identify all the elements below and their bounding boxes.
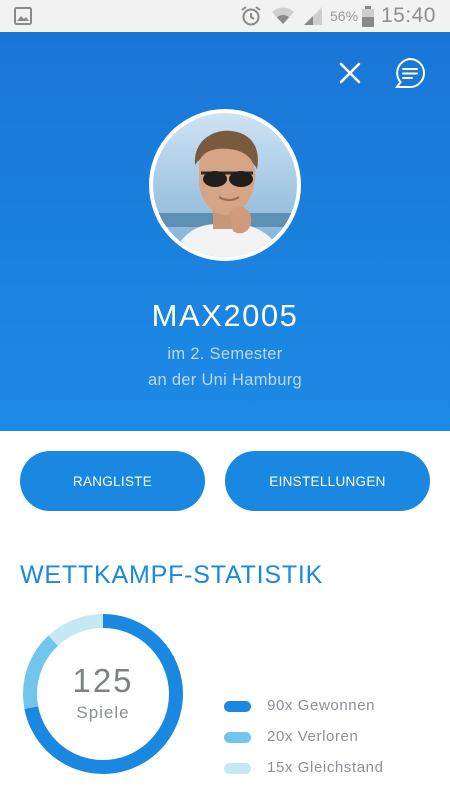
username: MAX2005 <box>151 298 299 333</box>
gallery-icon <box>14 7 32 25</box>
battery-percent: 56% <box>330 8 359 24</box>
avatar <box>149 109 301 261</box>
semester-text: im 2. Semester <box>167 345 283 363</box>
battery-icon <box>362 6 374 27</box>
legend-draw-label: 15x Gleichstand <box>267 759 384 776</box>
avatar-photo <box>153 113 297 257</box>
settings-button[interactable]: EINSTELLUNGEN <box>225 451 430 511</box>
close-icon[interactable] <box>335 58 365 88</box>
section-title: WETTKAMPF-STATISTIK <box>20 561 324 589</box>
legend-lost-label: 20x Verloren <box>267 728 359 745</box>
signal-icon <box>304 7 322 25</box>
alarm-icon <box>241 6 261 26</box>
legend-draw-swatch <box>224 763 251 774</box>
university-text: an der Uni Hamburg <box>148 371 302 389</box>
ranking-button[interactable]: RANGLISTE <box>20 451 205 511</box>
legend-won-swatch <box>224 701 251 712</box>
clock: 15:40 <box>380 4 436 27</box>
profile-header: MAX2005 im 2. Semester an der Uni Hambur… <box>0 32 450 431</box>
wifi-icon <box>272 7 294 24</box>
status-bar: 56% 15:40 <box>0 0 450 32</box>
total-games-label: Spiele <box>76 703 130 722</box>
total-games-number: 125 <box>72 662 134 699</box>
legend-lost-swatch <box>224 732 251 743</box>
chat-menu-icon[interactable] <box>393 56 427 90</box>
legend-won-label: 90x Gewonnen <box>267 697 376 714</box>
